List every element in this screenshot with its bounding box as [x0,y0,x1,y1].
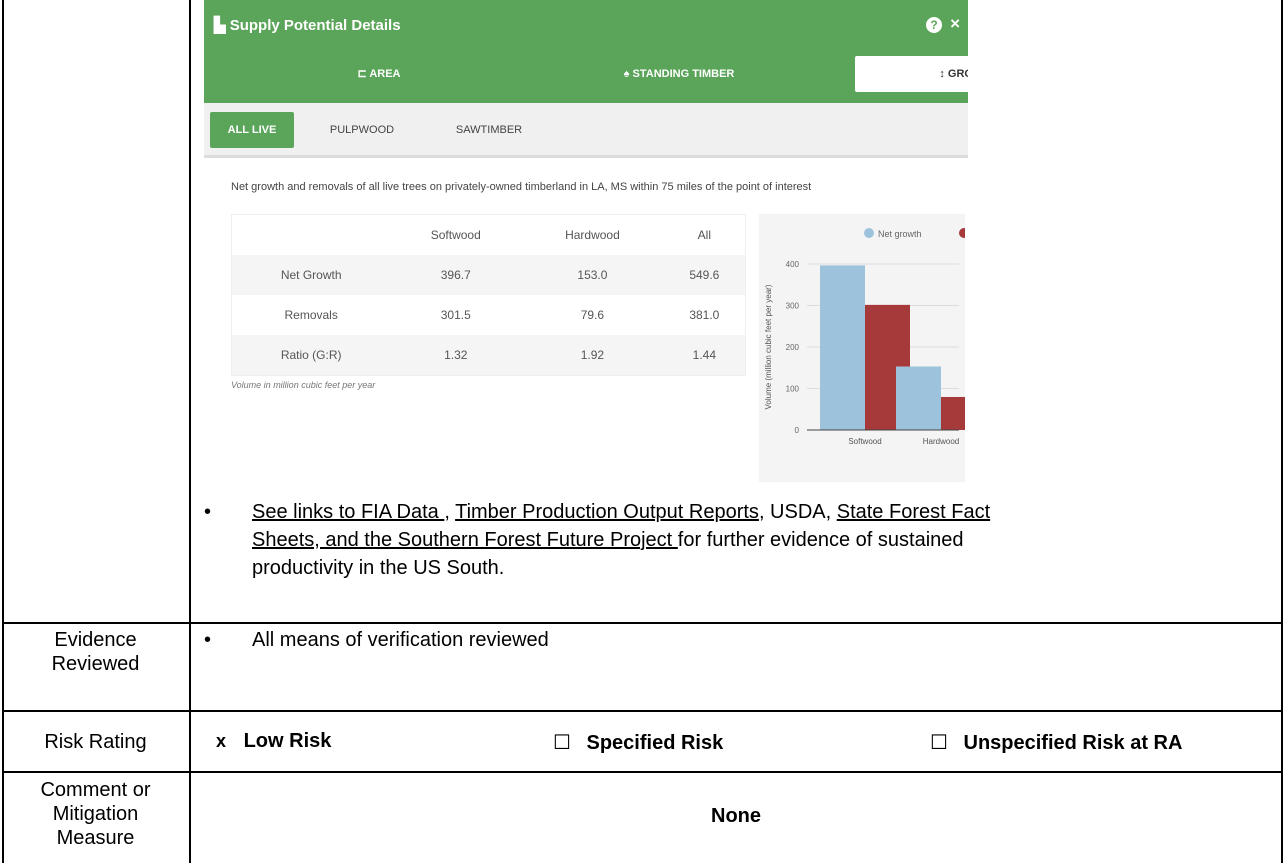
bullet-dot: • [204,501,212,523]
checked-mark-icon: x [216,731,227,751]
close-icon[interactable]: × [950,14,960,33]
x-tick-label: Softwood [848,437,881,446]
chart-description: Net growth and removals of all live tree… [231,181,812,193]
bar-net-growth [896,366,941,430]
table-cell: 1.44 [692,348,717,362]
bullet-text-tail: for further evidence of sustained [677,529,964,551]
evidence-bullet: • All means of verification reviewed [204,628,549,652]
label-line: Measure [56,827,135,849]
table-cell: Ratio (G:R) [280,348,342,362]
bullet-dot: • [204,629,212,651]
table-cell: Net Growth [280,268,342,282]
evidence-label: Evidence Reviewed [4,628,187,676]
table-header: All [697,228,712,242]
table-row: Ratio (G:R) 1.32 1.92 1.44 [231,335,746,376]
tab-area[interactable]: ⊏ AREA [264,56,494,92]
supply-potential-screenshot: ▙ Supply Potential Details ? × ⊏ AREA ♠ S… [204,0,968,486]
table-header-row: Softwood Hardwood All [232,215,746,256]
risk-option-label: Specified Risk [586,732,724,754]
label-line: Reviewed [51,653,140,675]
legend-label-net-growth: Net growth [878,229,922,239]
text-separator: , USDA, [758,501,837,523]
subtab-sawtimber[interactable]: SAWTIMBER [444,112,534,148]
bar-chart: Net growthRemovals0100200300400Volume (m… [759,214,968,482]
y-tick-label: 300 [786,302,800,311]
risk-option-label: Low Risk [243,730,332,752]
panel-icons: ? × [926,14,960,34]
link-southern-forest-future[interactable]: Sheets, and the Southern Forest Future P… [252,529,678,551]
label-line: Comment or [40,779,151,801]
risk-option-label: Unspecified Risk at RA [963,732,1183,754]
checkbox-icon: ☐ [930,732,948,754]
label-line: Evidence [54,629,137,651]
y-tick-label: 0 [795,426,800,435]
tab-standing-timber[interactable]: ♠ STANDING TIMBER [564,56,794,92]
table-cell: 381.0 [689,308,720,322]
bar-removals [941,396,968,430]
tab-growth-removals[interactable]: ↕ GROWTH & REMOVALS [855,56,968,92]
checkbox-icon: ☐ [553,732,571,754]
table-header: Hardwood [565,228,620,242]
table-border-right [1281,0,1283,863]
table-header [232,215,391,256]
table-cell: 301.5 [440,308,471,322]
legend-swatch-removals [959,228,968,238]
table-cell: 1.92 [580,348,605,362]
link-fia-data[interactable]: See links to FIA Data [252,501,444,523]
risk-option-unspecified[interactable]: ☐ Unspecified Risk at RA [930,730,1182,755]
table-cell: 153.0 [577,268,608,282]
y-tick-label: 200 [786,343,800,352]
table-cell: Removals [284,308,338,322]
growth-removals-table: Softwood Hardwood All Net Growth 396.7 1… [231,214,746,376]
table-row: Net Growth 396.7 153.0 549.6 [231,255,746,295]
bar-chart-svg: Net growthRemovals0100200300400Volume (m… [764,228,968,446]
bullet-text-tail: productivity in the US South. [252,557,505,579]
table-header: Softwood [430,228,481,242]
help-icon[interactable]: ? [926,17,943,33]
panel-title: ▙ Supply Potential Details [214,17,401,34]
row-divider [2,771,1283,773]
y-tick-label: 100 [786,385,800,394]
risk-rating-label: Risk Rating [44,731,147,753]
row-divider [2,622,1283,624]
comment-label: Comment or Mitigation Measure [4,778,187,850]
subtab-bar: ALL LIVE PULPWOOD SAWTIMBER [204,103,968,158]
evidence-text: All means of verification reviewed [252,629,549,651]
comment-value: None [711,805,761,827]
table-cell: 1.32 [444,348,468,362]
chart-icon: ▙ [214,17,230,34]
link-state-forest-fact-sheets[interactable]: State Forest Fact [837,501,990,523]
table-cell: 396.7 [440,268,471,282]
subtab-pulpwood[interactable]: PULPWOOD [322,112,402,148]
table-row: Removals 301.5 79.6 381.0 [232,295,746,335]
header-bar: ▙ Supply Potential Details ? × ⊏ AREA ♠ S… [204,0,968,103]
table-footnote: Volume in million cubic feet per year [231,380,376,390]
table-column-divider [189,0,191,863]
row-divider [2,710,1283,712]
legend-swatch-net-growth [864,228,874,238]
x-tick-label: Hardwood [923,437,959,446]
label-line: Mitigation [52,803,139,825]
y-tick-label: 400 [786,260,800,269]
y-axis-label: Volume (million cubic feet per year) [764,284,773,409]
text-separator: , [444,501,456,523]
risk-option-low[interactable]: x Low Risk [216,730,331,753]
bar-net-growth [820,265,865,430]
table-cell: 549.6 [689,268,720,282]
subtab-all-live[interactable]: ALL LIVE [210,112,294,148]
table-cell: 79.6 [580,308,605,322]
risk-option-specified[interactable]: ☐ Specified Risk [553,730,723,755]
link-timber-production[interactable]: Timber Production Output Reports [455,501,759,523]
